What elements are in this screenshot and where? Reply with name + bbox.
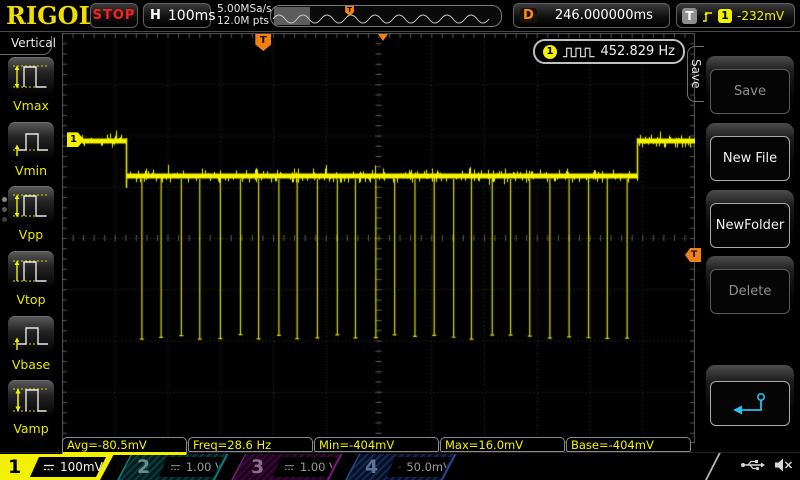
thumbnail-waveform	[271, 6, 499, 26]
vamp-label: Vamp	[0, 421, 62, 436]
rigol-logo: RIGOL	[6, 1, 95, 30]
measure-sidebar: Vertical Vmax	[0, 32, 62, 452]
speaker-muted-icon	[774, 458, 793, 472]
sidebar-item-vmin[interactable]: Vmin	[0, 122, 62, 184]
channel1-scale-box: 100mV	[30, 457, 106, 477]
vpp-icon	[10, 190, 52, 222]
vmin-icon	[10, 126, 52, 158]
vamp-button[interactable]	[8, 380, 54, 418]
channel2-badge[interactable]: 2 1.00 V	[117, 454, 229, 480]
menu-slot-back	[706, 365, 794, 431]
delete-button[interactable]: Delete	[710, 269, 790, 314]
return-arrow-icon	[729, 391, 771, 417]
vmax-button[interactable]	[8, 57, 54, 95]
vpp-label: Vpp	[0, 227, 62, 242]
trigger-prefix: T	[682, 8, 697, 24]
vmin-button[interactable]	[8, 122, 54, 160]
menu-slot-new-folder: NewFolder	[706, 190, 794, 252]
vmax-label: Vmax	[0, 98, 62, 113]
channel1-number: 1	[8, 455, 21, 479]
vtop-button[interactable]	[8, 251, 54, 289]
run-state-label: STOP	[93, 8, 136, 23]
delay-readout-box: D 246.000000ms	[513, 3, 670, 28]
dc-coupling-icon	[43, 463, 55, 472]
vtop-icon	[10, 255, 52, 287]
vbase-button[interactable]	[8, 316, 54, 354]
sidebar-item-vpp[interactable]: Vpp	[0, 186, 62, 248]
run-stop-indicator[interactable]: STOP	[90, 3, 138, 28]
channel-status-bar: 1 100mV 2 1.00 V 3	[0, 452, 800, 480]
vamp-icon	[10, 384, 52, 416]
measurement-min[interactable]: Min=-404mV	[314, 437, 439, 452]
softkey-menu: Save Save New File NewFolder Delete	[696, 32, 800, 452]
sidebar-item-vtop[interactable]: Vtop	[0, 251, 62, 313]
sidebar-item-vmax[interactable]: Vmax	[0, 57, 62, 119]
measurement-max[interactable]: Max=16.0mV	[440, 437, 565, 452]
channel3-badge[interactable]: 3 1.00 V	[231, 454, 343, 480]
channel1-badge[interactable]: 1 100mV	[0, 454, 114, 480]
statusbar-separator	[705, 453, 721, 480]
menu-slot-new-file: New File	[706, 123, 794, 185]
channel1-scale: 100mV	[60, 460, 103, 474]
new-file-button[interactable]: New File	[710, 136, 790, 181]
back-button[interactable]	[710, 381, 790, 426]
channel4-scale-box: 50.0mV	[387, 457, 451, 477]
counter-source-badge: 1	[543, 45, 557, 59]
channel3-scale-box: 1.00 V	[273, 457, 337, 477]
usb-icon	[740, 458, 766, 472]
trigger-level-value: -232mV	[737, 9, 784, 23]
memory-depth: 12.0M pts	[217, 16, 272, 28]
trigger-readout-box[interactable]: T 1 -232mV	[676, 3, 795, 28]
channel4-badge[interactable]: 4 50.0mV	[345, 454, 457, 480]
top-status-bar: RIGOL STOP H 100ms 5.00MSa/s 12.0M pts T…	[0, 0, 800, 32]
delay-prefix: D	[520, 8, 537, 23]
vtop-label: Vtop	[0, 292, 62, 307]
status-icons	[740, 458, 793, 472]
sample-rate: 5.00MSa/s	[217, 4, 272, 16]
vbase-label: Vbase	[0, 357, 62, 372]
menu-tab-save: Save	[687, 46, 704, 102]
vmax-icon	[10, 61, 52, 93]
new-folder-button[interactable]: NewFolder	[710, 203, 790, 248]
sidebar-title: Vertical	[0, 36, 52, 55]
trigger-source-badge: 1	[718, 9, 732, 23]
measurement-freq[interactable]: Freq=28.6 Hz	[188, 437, 313, 452]
timebase-value: 100ms	[168, 8, 216, 24]
graticule-area[interactable]: T T 1 1 452.829 Hz Avg=-80.5mV Freq=28.6…	[62, 33, 695, 443]
rising-edge-icon	[702, 8, 713, 24]
menu-page-indicator	[2, 197, 7, 222]
square-wave-icon	[562, 45, 596, 59]
dc-coupling-icon	[170, 463, 181, 472]
counter-value: 452.829 Hz	[601, 44, 676, 59]
frequency-counter-box: 1 452.829 Hz	[533, 39, 685, 64]
channel4-number: 4	[365, 455, 378, 479]
measurement-avg[interactable]: Avg=-80.5mV	[62, 437, 187, 455]
vpp-button[interactable]	[8, 186, 54, 224]
sidebar-item-vamp[interactable]: Vamp	[0, 380, 62, 442]
menu-slot-delete: Delete	[706, 256, 794, 318]
save-button[interactable]: Save	[710, 69, 790, 114]
timebase-prefix: H	[150, 8, 161, 23]
delay-center-indicator	[378, 34, 388, 41]
measurement-base[interactable]: Base=-404mV	[566, 437, 691, 452]
delay-value: 246.000000ms	[555, 8, 653, 23]
sidebar-item-vbase[interactable]: Vbase	[0, 316, 62, 378]
measurement-bar: Avg=-80.5mV Freq=28.6 Hz Min=-404mV Max=…	[62, 437, 691, 455]
channel2-scale-box: 1.00 V	[159, 457, 223, 477]
dc-coupling-icon	[284, 463, 295, 472]
vbase-icon	[10, 320, 52, 352]
dc-coupling-icon	[398, 463, 401, 472]
waveform-canvas[interactable]	[62, 33, 695, 443]
oscilloscope-screen: RIGOL STOP H 100ms 5.00MSa/s 12.0M pts T…	[0, 0, 800, 480]
menu-slot-save: Save	[706, 56, 794, 118]
channel2-number: 2	[137, 455, 150, 479]
channel3-number: 3	[251, 455, 264, 479]
horizontal-timebase-box[interactable]: H 100ms	[143, 3, 211, 28]
acquisition-info: 5.00MSa/s 12.0M pts	[217, 4, 272, 27]
waveform-overview-thumbnail[interactable]: T	[270, 5, 502, 27]
vmin-label: Vmin	[0, 163, 62, 178]
